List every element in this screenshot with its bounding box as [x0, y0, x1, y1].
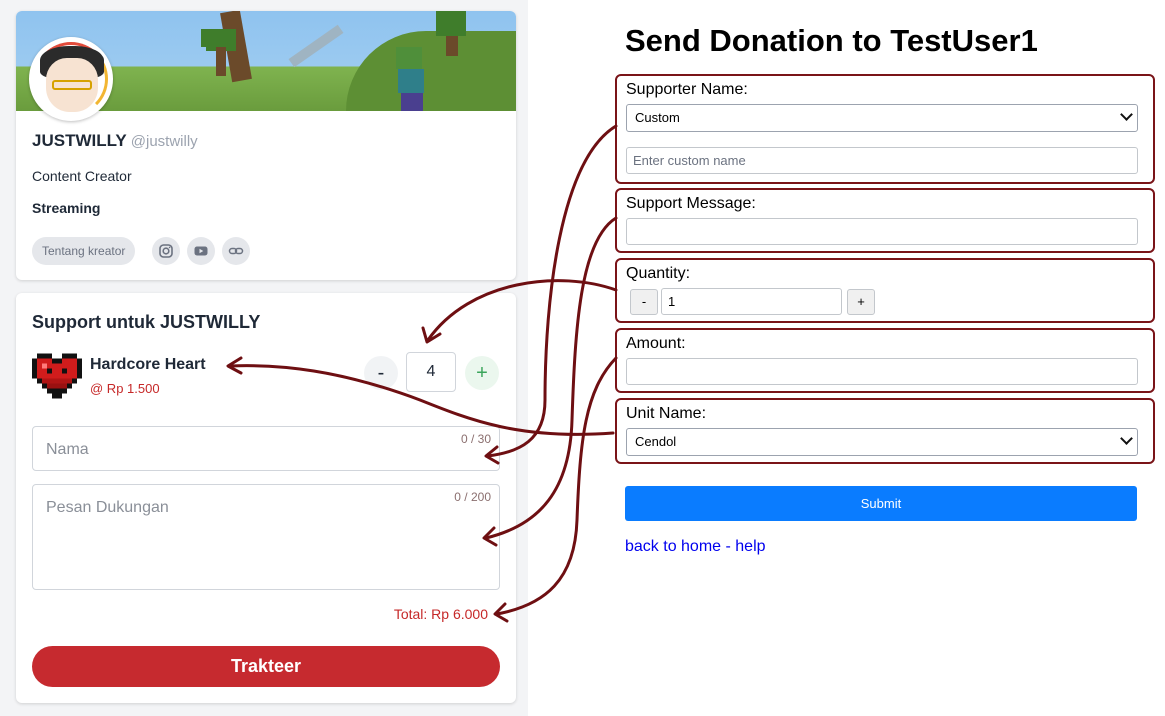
support-message-input[interactable]: Pesan Dukungan 0 / 200 [32, 484, 500, 590]
footer-links[interactable]: back to home - help [625, 538, 766, 556]
amount-label: Amount: [626, 335, 686, 352]
profile-name: JUSTWILLY @justwilly [32, 131, 198, 151]
support-title: Support untuk JUSTWILLY [32, 312, 261, 332]
supporter-name-input[interactable]: Nama 0 / 30 [32, 426, 500, 471]
quantity-decrease-button[interactable]: - [364, 356, 398, 390]
instagram-icon[interactable] [152, 237, 180, 265]
supporter-name-label: Supporter Name: [626, 81, 748, 98]
amount-group: Amount: [615, 328, 1155, 393]
form-quantity-decrease-button[interactable]: - [630, 289, 658, 315]
submit-button[interactable]: Submit [625, 486, 1137, 521]
quantity-increase-button[interactable]: + [465, 356, 499, 390]
creator-name: JUSTWILLY [32, 131, 127, 150]
creator-category: Streaming [32, 200, 101, 216]
link-icon[interactable] [222, 237, 250, 265]
creator-role: Content Creator [32, 168, 132, 184]
chevron-down-icon [1120, 432, 1133, 445]
unit-name-group: Unit Name: Cendol [615, 398, 1155, 464]
avatar[interactable] [29, 37, 113, 121]
item-price: @ Rp 1.500 [90, 381, 160, 396]
name-char-counter: 0 / 30 [460, 432, 491, 446]
support-message-group: Support Message: [615, 188, 1155, 253]
support-message-field[interactable] [626, 218, 1138, 245]
profile-card: JUSTWILLY @justwilly Content Creator Stre… [16, 11, 516, 280]
quantity-input[interactable]: 4 [406, 352, 456, 392]
creator-handle: @justwilly [130, 133, 198, 150]
about-creator-button[interactable]: Tentang kreator [32, 237, 136, 265]
quantity-group: Quantity: - 1 + [615, 258, 1155, 323]
supporter-name-select[interactable]: Custom [626, 104, 1138, 132]
unit-name-label: Unit Name: [626, 405, 707, 422]
amount-input[interactable] [626, 358, 1138, 385]
page-title: Send Donation to TestUser1 [625, 23, 1038, 58]
form-quantity-input[interactable]: 1 [661, 288, 842, 315]
unit-select-value: Cendol [635, 434, 677, 449]
supporter-select-value: Custom [635, 110, 680, 125]
trakteer-button[interactable]: Trakteer [32, 646, 500, 687]
support-message-label: Support Message: [626, 195, 756, 212]
support-card: Support untuk JUSTWILLY Hardcore Heart @… [16, 293, 516, 703]
quantity-label: Quantity: [626, 265, 691, 282]
item-name: Hardcore Heart [90, 356, 206, 373]
hardcore-heart-icon [32, 353, 82, 399]
youtube-icon[interactable] [187, 237, 215, 265]
message-placeholder: Pesan Dukungan [46, 499, 169, 516]
chevron-down-icon [1120, 108, 1133, 121]
name-placeholder: Nama [46, 441, 89, 458]
supporter-name-group: Supporter Name: Custom Enter custom name [615, 74, 1155, 184]
custom-name-input[interactable]: Enter custom name [626, 147, 1138, 174]
total-amount: Total: Rp 6.000 [393, 606, 488, 622]
form-quantity-increase-button[interactable]: + [847, 289, 875, 315]
message-char-counter: 0 / 200 [454, 490, 491, 504]
unit-name-select[interactable]: Cendol [626, 428, 1138, 456]
